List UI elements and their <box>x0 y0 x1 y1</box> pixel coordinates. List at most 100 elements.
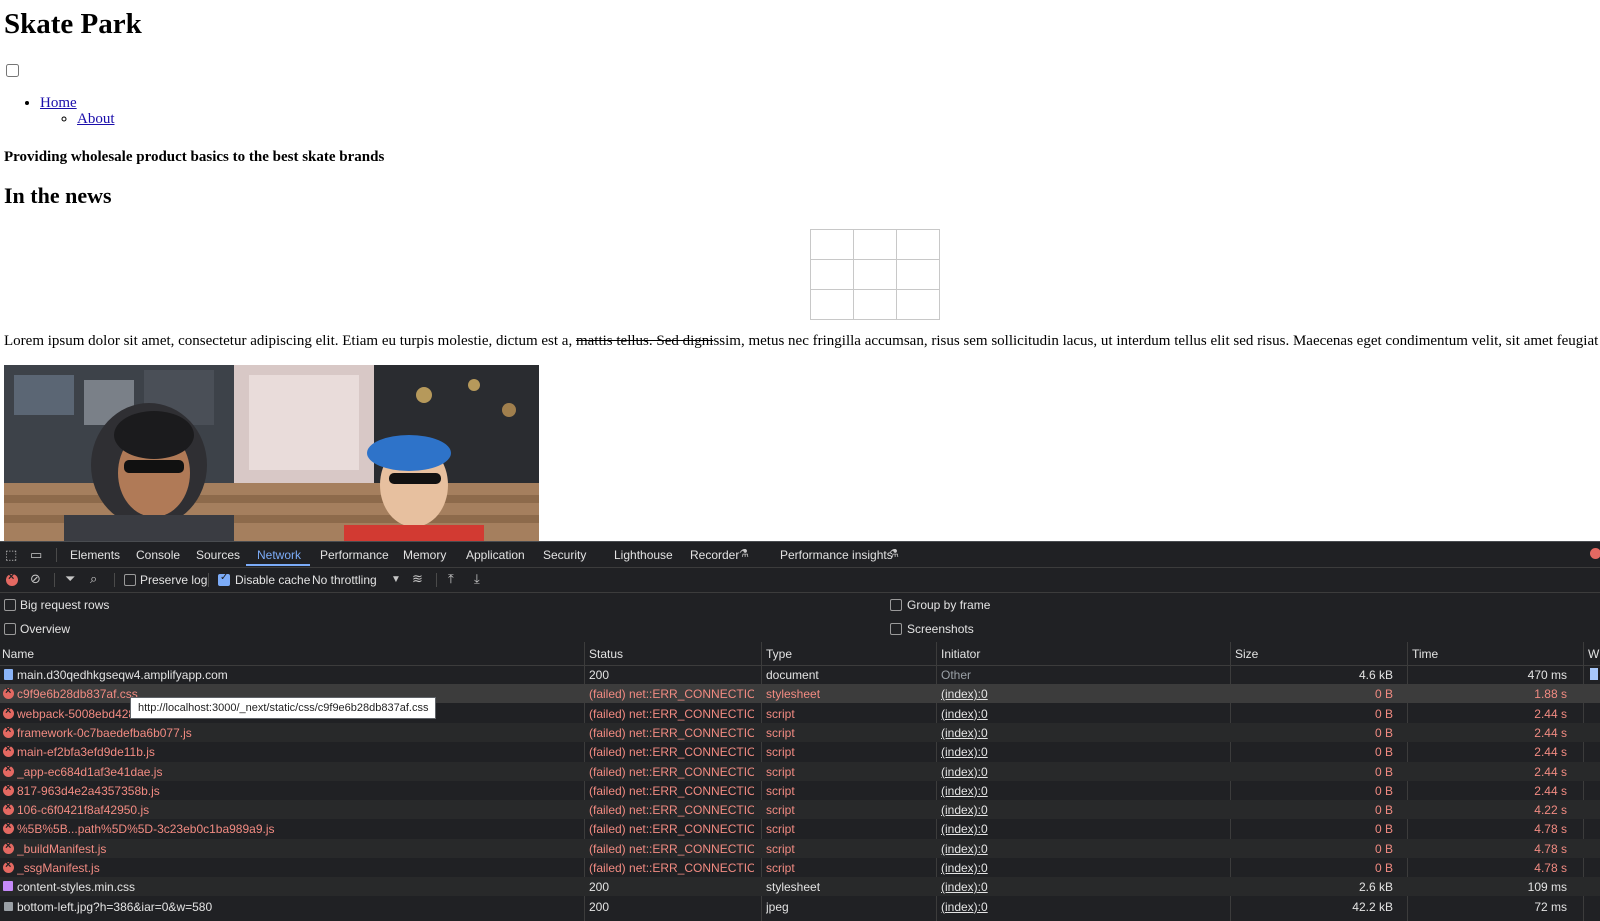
skaters-photo <box>4 365 539 541</box>
request-initiator: (index):0 <box>941 900 988 914</box>
network-conditions-icon[interactable]: ≋ <box>412 572 423 586</box>
column-header-initiator[interactable]: Initiator <box>941 647 980 661</box>
request-size: 0 B <box>1374 687 1393 702</box>
nav-item-about: About <box>77 111 115 127</box>
request-status: (failed) net::ERR_CONNECTION_... <box>589 783 754 798</box>
request-size: 0 B <box>1374 803 1393 818</box>
initiator-link[interactable]: (index):0 <box>941 745 988 759</box>
request-row[interactable]: _buildManifest.js (failed) net::ERR_CONNE… <box>0 838 1600 858</box>
nav-link-home[interactable]: Home <box>40 95 77 111</box>
error-count-icon[interactable] <box>1590 548 1600 559</box>
column-header-waterfall[interactable]: W <box>1588 647 1599 661</box>
big-request-rows-checkbox[interactable] <box>4 599 16 611</box>
initiator-link[interactable]: (index):0 <box>941 900 988 914</box>
request-row[interactable]: _ssgManifest.js (failed) net::ERR_CONNECT… <box>0 858 1600 877</box>
record-icon[interactable] <box>6 571 18 586</box>
column-header-name[interactable]: Name <box>2 647 34 661</box>
tab-application[interactable]: Application <box>466 548 525 562</box>
error-icon <box>3 840 14 854</box>
error-icon <box>3 859 14 873</box>
devtools-tabbar: ⬚ ▭ Elements Console Sources Network Per… <box>0 542 1600 568</box>
export-har-icon[interactable]: ⤓ <box>474 572 480 586</box>
request-type: script <box>766 725 795 740</box>
request-name: 817-963d4e2a4357358b.js <box>17 783 160 798</box>
group-by-frame-label: Group by frame <box>907 598 991 612</box>
request-row[interactable]: content-styles.min.css 200 stylesheet (inde… <box>0 877 1600 897</box>
nav-toggle-checkbox[interactable] <box>6 64 19 77</box>
tab-recorder[interactable]: Recorder <box>690 548 739 562</box>
nav-list: Home About <box>0 95 115 127</box>
chevron-down-icon[interactable]: ▼ <box>391 573 401 587</box>
inspect-element-icon[interactable]: ⬚ <box>5 548 17 562</box>
request-initiator: Other <box>941 668 972 682</box>
grid-cell <box>810 289 854 320</box>
column-header-time[interactable]: Time <box>1412 647 1438 661</box>
request-status: (failed) net::ERR_CONNECTION_... <box>589 841 754 856</box>
preserve-log-checkbox[interactable] <box>124 574 136 586</box>
request-row[interactable]: bottom-left.jpg?h=386&iar=0&w=580 200 jpeg… <box>0 897 1600 916</box>
initiator-link[interactable]: (index):0 <box>941 784 988 798</box>
error-icon <box>3 782 14 796</box>
initiator-link[interactable]: (index):0 <box>941 880 988 894</box>
request-row[interactable]: _app-ec684d1af3e41dae.js (failed) net::ER… <box>0 761 1600 781</box>
group-by-frame-checkbox[interactable] <box>890 599 902 611</box>
nav-link-about[interactable]: About <box>77 111 115 127</box>
request-status: 200 <box>589 668 610 682</box>
request-name: content-styles.min.css <box>17 880 136 895</box>
tab-security[interactable]: Security <box>543 548 586 562</box>
disable-cache-checkbox[interactable] <box>218 572 230 586</box>
request-size: 2.6 kB <box>1358 880 1393 895</box>
overview-checkbox[interactable] <box>4 623 16 635</box>
initiator-link[interactable]: (index):0 <box>941 842 988 856</box>
request-row[interactable]: main.d30qedhkgseqw4.amplifyapp.com 200 doc… <box>0 665 1600 684</box>
overview-label: Overview <box>20 622 71 636</box>
request-initiator: (index):0 <box>941 687 988 701</box>
grid-cell <box>853 289 897 320</box>
tab-performance[interactable]: Performance <box>320 548 389 562</box>
request-row[interactable]: 106-c6f0421f8af42950.js (failed) net::ERR… <box>0 800 1600 820</box>
column-header-size[interactable]: Size <box>1235 647 1258 661</box>
screenshots-checkbox[interactable] <box>890 623 902 635</box>
request-row[interactable]: 817-963d4e2a4357358b.js (failed) net::ERR… <box>0 781 1600 800</box>
column-header-status[interactable]: Status <box>589 647 623 661</box>
tab-elements[interactable]: Elements <box>70 548 120 562</box>
initiator-link[interactable]: (index):0 <box>941 687 988 701</box>
import-har-icon[interactable]: ⤒ <box>448 572 454 586</box>
tab-network[interactable]: Network <box>257 548 301 562</box>
request-row[interactable]: framework-0c7baedefba6b077.js (failed) ne… <box>0 722 1600 742</box>
request-time: 2.44 s <box>1534 783 1567 798</box>
device-toolbar-icon[interactable]: ▭ <box>30 548 42 562</box>
initiator-link[interactable]: (index):0 <box>941 765 988 779</box>
grid-cell <box>810 259 854 290</box>
search-icon[interactable]: ⌕ <box>90 572 97 586</box>
request-initiator: (index):0 <box>941 861 988 875</box>
initiator-link[interactable]: (index):0 <box>941 707 988 721</box>
request-row[interactable]: %5B%5B...path%5D%5D-3c23eb0c1ba989a9.js (… <box>0 819 1600 838</box>
tab-console[interactable]: Console <box>136 548 180 562</box>
request-status: (failed) net::ERR_CONNECTION_... <box>589 822 754 837</box>
tab-lighthouse[interactable]: Lighthouse <box>614 548 673 562</box>
request-row[interactable]: main-ef2bfa3efd9de11b.js (failed) net::ER… <box>0 742 1600 761</box>
initiator-link[interactable]: (index):0 <box>941 726 988 740</box>
error-icon <box>3 685 14 700</box>
request-name: 106-c6f0421f8af42950.js <box>17 803 150 818</box>
request-size: 0 B <box>1374 725 1393 740</box>
request-size: 0 B <box>1374 706 1393 721</box>
request-type: stylesheet <box>766 880 821 895</box>
request-time: 2.44 s <box>1534 706 1567 721</box>
tab-memory[interactable]: Memory <box>403 548 446 562</box>
active-tab-indicator <box>246 564 310 566</box>
throttling-select[interactable]: No throttling <box>312 573 377 587</box>
tab-performance-insights[interactable]: Performance insights <box>780 548 893 562</box>
url-tooltip: http://localhost:3000/_next/static/css/c… <box>130 697 437 719</box>
image-icon <box>4 901 13 911</box>
disable-cache-label: Disable cache <box>235 573 311 587</box>
filter-icon[interactable]: ⏷ <box>65 572 75 586</box>
initiator-link[interactable]: (index):0 <box>941 803 988 817</box>
tab-sources[interactable]: Sources <box>196 548 240 562</box>
clear-icon[interactable]: ⊘ <box>30 572 41 586</box>
column-header-type[interactable]: Type <box>766 647 792 661</box>
request-name: main.d30qedhkgseqw4.amplifyapp.com <box>17 668 228 682</box>
initiator-link[interactable]: (index):0 <box>941 861 988 875</box>
initiator-link[interactable]: (index):0 <box>941 822 988 836</box>
